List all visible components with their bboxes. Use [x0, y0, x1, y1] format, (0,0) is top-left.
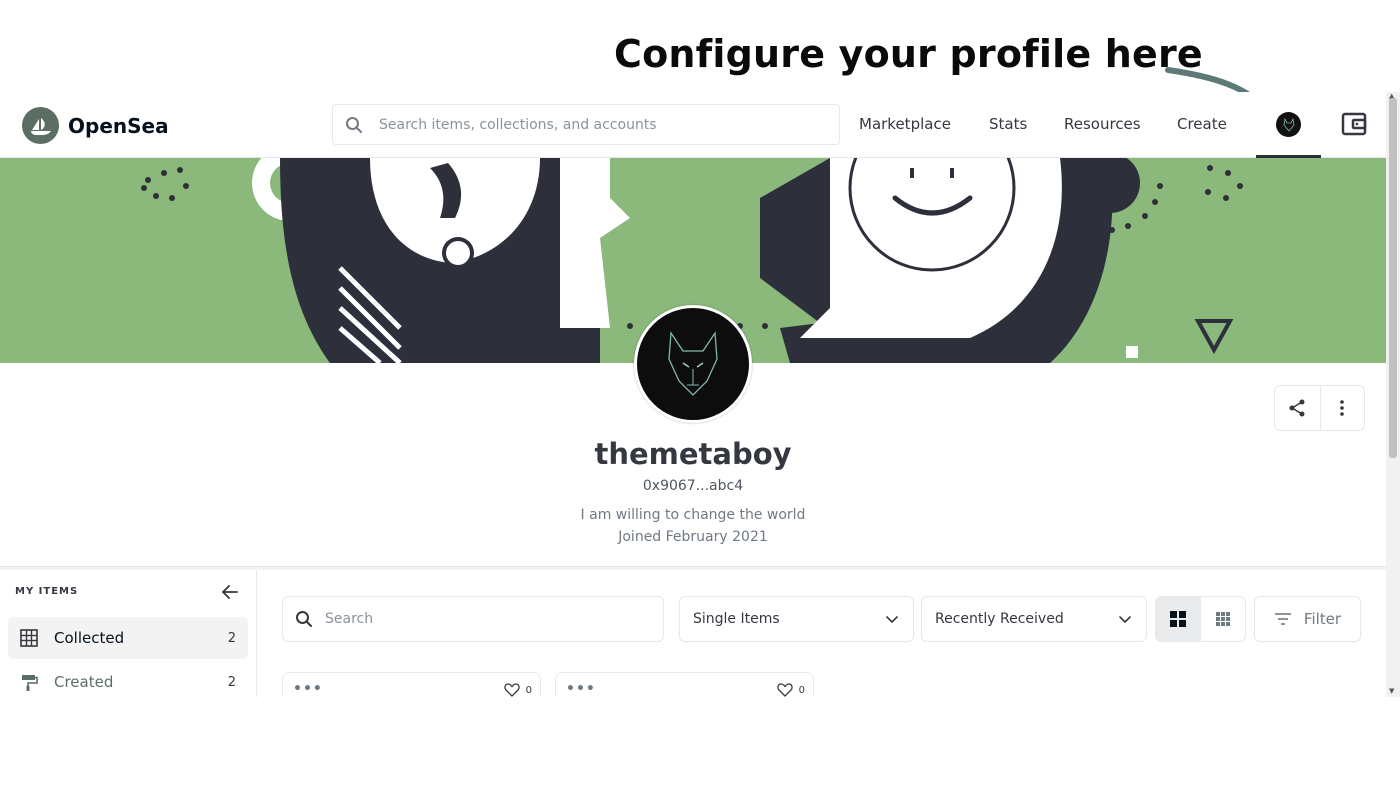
profile-actions	[1274, 385, 1365, 431]
more-options-button[interactable]	[1319, 386, 1365, 430]
annotation-title: Configure your profile here	[614, 32, 1203, 76]
item-type-select[interactable]: Single Items	[679, 596, 914, 642]
sidebar-item-created[interactable]: Created 2	[8, 661, 248, 697]
sidebar-title: MY ITEMS	[15, 586, 79, 597]
card-more-icon[interactable]: •••	[566, 681, 596, 697]
sort-value: Recently Received	[935, 611, 1064, 627]
profile-avatar-button[interactable]	[1276, 112, 1301, 137]
large-grid-button[interactable]	[1156, 597, 1201, 641]
sidebar-item-label: Created	[54, 673, 114, 691]
sort-select[interactable]: Recently Received	[921, 596, 1147, 642]
sidebar-item-count: 2	[227, 674, 236, 690]
browser-viewport: OpenSea Marketplace Stats Resources Crea…	[0, 92, 1400, 697]
search-icon	[296, 611, 312, 627]
scrollbar-thumb[interactable]	[1389, 98, 1397, 458]
nft-card[interactable]: ••• 0	[282, 672, 541, 697]
filter-label: Filter	[1303, 610, 1342, 628]
items-search-input[interactable]	[325, 611, 645, 627]
filter-icon	[1274, 613, 1291, 625]
favorite-count: 0	[525, 685, 532, 696]
wolf-icon	[668, 331, 718, 396]
opensea-boat-icon	[22, 107, 59, 144]
search-icon	[346, 116, 362, 133]
wallet-icon[interactable]	[1341, 112, 1367, 136]
chevron-down-icon	[886, 616, 898, 624]
share-icon	[1289, 399, 1305, 417]
global-search[interactable]	[332, 104, 840, 145]
profile-bio: I am willing to change the world	[580, 507, 806, 523]
item-type-value: Single Items	[693, 611, 780, 627]
nft-card[interactable]: ••• 0	[555, 672, 814, 697]
opensea-logo[interactable]: OpenSea	[22, 107, 169, 144]
more-vertical-icon	[1340, 400, 1345, 416]
profile-username: themetaboy	[594, 437, 792, 471]
large-grid-icon	[1170, 611, 1187, 627]
nav-resources[interactable]: Resources	[1064, 115, 1141, 133]
wallet-address[interactable]: 0x9067...abc4	[0, 478, 1386, 494]
heart-icon[interactable]	[777, 683, 793, 697]
paint-roller-icon	[22, 675, 38, 691]
grid-icon	[20, 629, 38, 647]
favorite-count: 0	[798, 685, 805, 696]
sidebar-item-collected[interactable]: Collected 2	[8, 617, 248, 659]
nav-stats[interactable]: Stats	[989, 115, 1027, 133]
top-navbar: OpenSea Marketplace Stats Resources Crea…	[0, 92, 1386, 158]
my-items-sidebar: MY ITEMS Collected 2 Created 2	[0, 570, 257, 697]
heart-icon[interactable]	[504, 683, 520, 697]
small-grid-button[interactable]	[1201, 597, 1246, 641]
wolf-icon	[1283, 117, 1294, 132]
filter-button[interactable]: Filter	[1254, 596, 1361, 642]
items-search[interactable]	[282, 596, 664, 642]
sidebar-item-label: Collected	[54, 629, 125, 647]
sidebar-item-count: 2	[227, 630, 236, 646]
chevron-down-icon	[1119, 616, 1131, 624]
profile-avatar	[634, 305, 752, 423]
nav-marketplace[interactable]: Marketplace	[859, 115, 951, 133]
arrow-left-icon[interactable]	[220, 582, 240, 602]
page-scrollbar[interactable]: ▲ ▼	[1386, 92, 1400, 697]
joined-date: Joined February 2021	[618, 529, 768, 545]
nav-create[interactable]: Create	[1177, 115, 1227, 133]
global-search-input[interactable]	[379, 116, 819, 133]
small-grid-icon	[1215, 612, 1230, 626]
card-more-icon[interactable]: •••	[293, 681, 323, 697]
logo-text: OpenSea	[68, 113, 169, 138]
share-button[interactable]	[1275, 386, 1320, 430]
grid-size-toggle	[1155, 596, 1246, 642]
scroll-down-icon[interactable]: ▼	[1389, 687, 1394, 695]
